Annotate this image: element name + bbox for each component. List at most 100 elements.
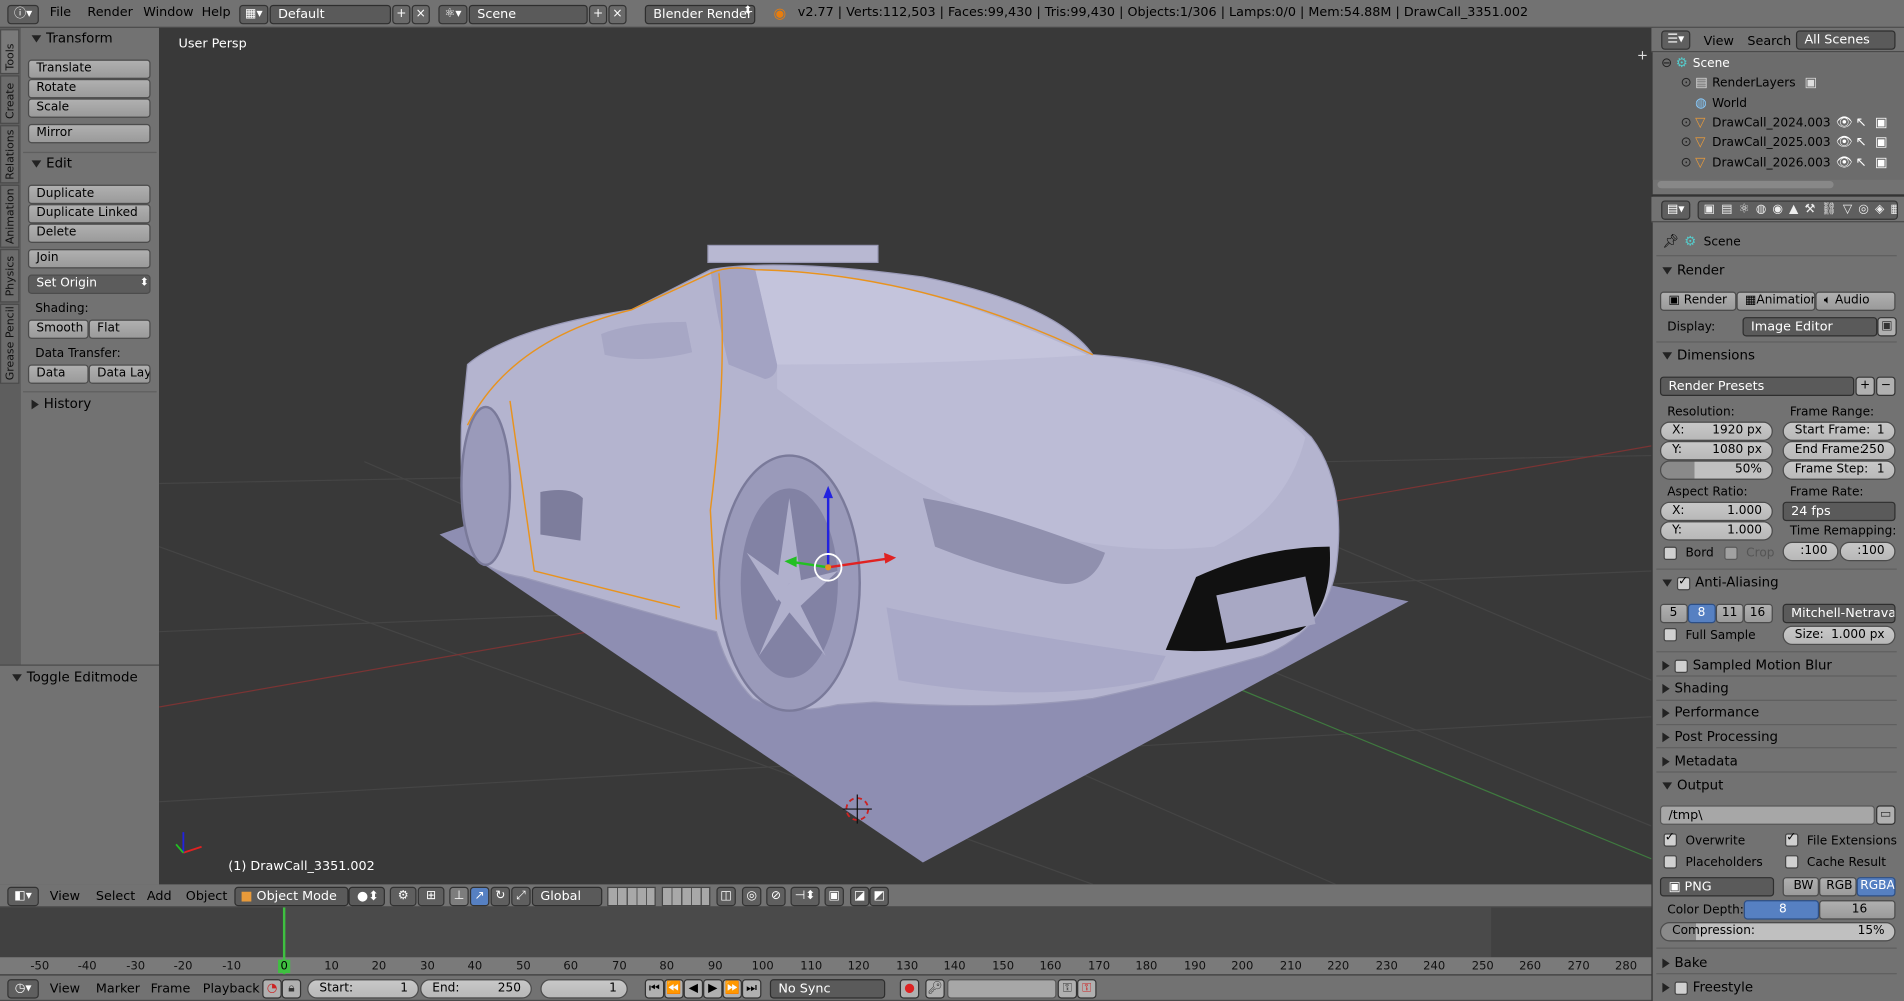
rotate-manip-icon[interactable]: ↻ <box>490 886 511 907</box>
panel-bake-header[interactable]: Bake <box>1662 955 1707 971</box>
remove-preset-icon[interactable]: − <box>1876 376 1896 397</box>
resolution-percent-field[interactable]: 50% <box>1659 460 1773 480</box>
select-arrow-icon[interactable]: ↖ <box>1855 114 1866 130</box>
scene-icon[interactable]: ⚛▾ <box>438 4 468 25</box>
color-bw-button[interactable]: BW <box>1782 877 1820 897</box>
select-arrow-icon[interactable]: ↖ <box>1855 134 1866 150</box>
toggle-editmode-header[interactable]: Toggle Editmode <box>12 669 138 685</box>
remove-layout-icon[interactable]: × <box>411 4 430 25</box>
keying-set-icon[interactable]: 🔑︎ <box>925 979 945 999</box>
menu-object[interactable]: Object <box>186 889 228 904</box>
panel-shading-header[interactable]: Shading <box>1662 680 1729 696</box>
duplicate-button[interactable]: Duplicate <box>27 184 151 205</box>
scale-manip-icon[interactable]: ⤢ <box>511 886 531 907</box>
time-remap-new-field[interactable]: :100 <box>1839 541 1896 562</box>
layers-icon[interactable]: ⊞ <box>417 886 445 907</box>
menu-select[interactable]: Select <box>96 889 135 904</box>
orientation-select[interactable]: Global <box>531 886 603 907</box>
render-engine-select[interactable]: Blender Render <box>644 4 756 25</box>
info-editor-type-icon[interactable]: ⓘ▾ <box>7 4 39 25</box>
outliner-scrollbar[interactable] <box>1657 181 1834 189</box>
add-layout-icon[interactable]: + <box>392 4 411 25</box>
time-remap-old-field[interactable]: :100 <box>1782 541 1839 562</box>
keying-set-field[interactable] <box>947 979 1057 999</box>
menu-view[interactable]: View <box>50 889 80 904</box>
shade-flat-button[interactable]: Flat <box>88 319 151 339</box>
aa-samples-16[interactable]: 16 <box>1743 603 1773 624</box>
tab-animation[interactable]: Animation <box>0 184 20 248</box>
translate-button[interactable]: Translate <box>27 59 151 79</box>
delete-keyframe-icon[interactable]: ⚿ <box>1077 979 1097 999</box>
editor-type-3d-icon[interactable]: ◧▾ <box>7 886 39 907</box>
jump-start-icon[interactable]: ⏮ <box>644 979 665 999</box>
outliner-item-scene[interactable]: ⊖ ⚙ Scene <box>1659 55 1899 74</box>
outliner-item-renderlayers[interactable]: ⊙ ▤ RenderLayers ▣ <box>1659 74 1899 93</box>
render-camera-icon[interactable]: ▣ <box>1875 114 1888 130</box>
properties-context-tabs[interactable]: ▣▤⚛◍◉▲⚒⛓▽◎◈▦ <box>1697 200 1898 220</box>
frame-rate-select[interactable]: 24 fps <box>1782 501 1896 522</box>
shade-smooth-button[interactable]: Smooth <box>27 319 89 339</box>
insert-keyframe-icon[interactable]: ⚿ <box>1057 979 1078 999</box>
data-layout-button[interactable]: Data Layo <box>88 364 151 384</box>
panel-output-header[interactable]: Output <box>1662 777 1723 793</box>
full-sample-checkbox[interactable] <box>1663 628 1677 642</box>
select-arrow-icon[interactable]: ↖ <box>1855 154 1866 170</box>
mirror-button[interactable]: Mirror <box>27 123 151 144</box>
visibility-eye-icon[interactable]: 👁︎ <box>1836 154 1853 170</box>
start-frame-field[interactable]: Start: 1 <box>307 979 419 999</box>
proportional-edit-icon[interactable]: ◎ <box>741 886 762 907</box>
visibility-eye-icon[interactable]: 👁︎ <box>1836 134 1853 150</box>
screen-layout-field[interactable]: Default <box>269 4 392 25</box>
screen-layout-icon[interactable]: ▦▾ <box>239 4 269 25</box>
outliner-editor-type-icon[interactable]: ☰▾ <box>1661 30 1691 50</box>
aa-samples-8[interactable]: 8 <box>1687 603 1716 624</box>
aa-size-field[interactable]: Size: 1.000 px <box>1782 625 1896 646</box>
duplicate-linked-button[interactable]: Duplicate Linked <box>27 204 151 224</box>
layer-buttons-2[interactable] <box>661 886 711 907</box>
panel-freestyle-header[interactable]: Freestyle <box>1662 979 1753 995</box>
outliner-item-drawcall-2024[interactable]: ⊙ ▽ DrawCall_2024.003 👁︎ ↖ ▣ <box>1659 114 1899 133</box>
outliner-item-drawcall-2025[interactable]: ⊙ ▽ DrawCall_2025.003 👁︎ ↖ ▣ <box>1659 134 1899 153</box>
end-frame-prop-field[interactable]: End Frame: 250 <box>1782 440 1896 461</box>
play-icon[interactable]: ▶ <box>703 979 723 999</box>
frame-step-field[interactable]: Frame Step: 1 <box>1782 460 1896 480</box>
cache-result-checkbox[interactable] <box>1785 855 1799 869</box>
panel-transform-header[interactable]: Transform <box>31 30 113 46</box>
panel-metadata-header[interactable]: Metadata <box>1662 753 1738 769</box>
output-path-field[interactable]: /tmp\ <box>1659 805 1875 825</box>
freestyle-checkbox[interactable] <box>1674 980 1688 995</box>
render-anim-icon[interactable]: ◩ <box>869 886 889 907</box>
panel-dimensions-header[interactable]: Dimensions <box>1662 347 1755 363</box>
menu-add[interactable]: Add <box>147 889 172 904</box>
manipulator-icon[interactable]: ⊥ <box>449 886 469 907</box>
panel-post-processing-header[interactable]: Post Processing <box>1662 729 1778 745</box>
motion-blur-checkbox[interactable] <box>1674 659 1688 673</box>
sync-select[interactable]: No Sync <box>769 979 886 999</box>
add-preset-icon[interactable]: + <box>1855 376 1875 397</box>
set-origin-button[interactable]: Set Origin <box>27 274 151 294</box>
snap-icon[interactable]: ⊘ <box>766 886 786 907</box>
menu-window[interactable]: Window <box>143 5 193 20</box>
render-camera-icon[interactable]: ▣ <box>1875 134 1888 150</box>
antialiasing-checkbox[interactable] <box>1676 574 1691 590</box>
tab-tools[interactable]: Tools <box>0 29 20 75</box>
tab-physics[interactable]: Physics <box>0 249 20 303</box>
panel-antialiasing-header[interactable]: Anti-Aliasing <box>1662 574 1779 590</box>
outliner-menu-search[interactable]: Search <box>1747 34 1791 49</box>
scale-button[interactable]: Scale <box>27 98 151 118</box>
viewport-plus-icon[interactable]: + <box>1637 47 1648 63</box>
border-checkbox[interactable] <box>1663 546 1677 561</box>
color-depth-16-button[interactable]: 16 <box>1819 900 1896 920</box>
panel-edit-header[interactable]: Edit <box>31 155 72 171</box>
menu-file[interactable]: File <box>50 5 71 20</box>
menu-help[interactable]: Help <box>202 5 231 20</box>
display-select[interactable]: Image Editor <box>1742 317 1878 337</box>
rotate-button[interactable]: Rotate <box>27 78 151 99</box>
pivot-icon[interactable]: ⚙ <box>389 886 417 907</box>
folder-icon[interactable]: ▭ <box>1876 805 1896 825</box>
play-reverse-icon[interactable]: ◀ <box>683 979 704 999</box>
pin-icon[interactable]: 📌︎ <box>1662 233 1679 249</box>
outliner-scope-select[interactable]: All Scenes <box>1795 30 1896 50</box>
panel-render-header[interactable]: Render <box>1662 262 1725 278</box>
aa-samples-5[interactable]: 5 <box>1659 603 1688 624</box>
